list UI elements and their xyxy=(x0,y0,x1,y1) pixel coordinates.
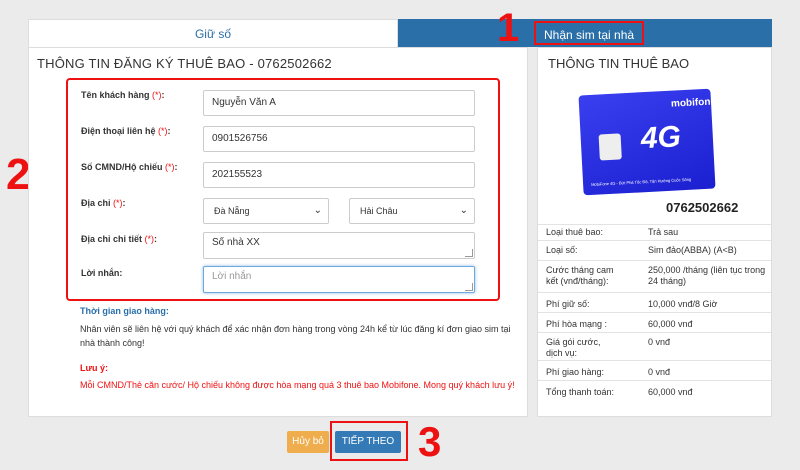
info-row: Phí hòa mạng : 60,000 vnđ xyxy=(538,312,771,332)
delivery-time-title: Thời gian giao hàng: xyxy=(80,306,169,316)
message-label: Lời nhắn: xyxy=(81,268,123,278)
annotation-number-2: 2 xyxy=(6,150,31,199)
info-row-key: Tổng thanh toán: xyxy=(546,387,615,397)
info-row-value: Sim đảo(ABBA) (A<B) xyxy=(648,245,737,255)
next-button[interactable]: TIẾP THEO xyxy=(335,431,401,453)
address-detail-label: Địa chỉ chi tiết (*): xyxy=(81,234,158,244)
mobifone-logo: mobifone xyxy=(670,96,717,110)
info-row-key: Phí giao hàng: xyxy=(546,367,605,377)
name-label: Tên khách hàng (*): xyxy=(81,90,165,100)
name-field[interactable]: Nguyễn Văn A xyxy=(203,90,475,116)
district-select[interactable]: Hải Châu ⌄ xyxy=(349,198,475,224)
note-title: Lưu ý: xyxy=(80,363,109,373)
tab-home-delivery[interactable]: Nhận sim tại nhà xyxy=(398,19,772,47)
resize-handle-icon[interactable] xyxy=(465,249,473,257)
province-select[interactable]: Đà Nẵng ⌄ xyxy=(203,198,329,224)
registration-form: Tên khách hàng (*): Nguyễn Văn A Điện th… xyxy=(66,78,500,301)
info-row-value: 250,000 /tháng (liên tục trong 24 tháng) xyxy=(648,265,766,286)
district-value: Hải Châu xyxy=(360,206,398,216)
registration-title: THÔNG TIN ĐĂNG KÝ THUÊ BAO - 0762502662 xyxy=(37,56,332,71)
subscriber-panel: THÔNG TIN THUÊ BAO mobifone 4G MobiFone … xyxy=(537,47,772,417)
annotation-number-3: 3 xyxy=(418,418,442,465)
address-detail-label-text: Địa chỉ chi tiết xyxy=(81,234,143,244)
required-mark: (*) xyxy=(152,90,162,100)
info-row: Phí giao hàng: 0 vnđ xyxy=(538,360,771,380)
subscriber-title: THÔNG TIN THUÊ BAO xyxy=(548,56,690,71)
info-row-key: Giá gói cước, dịch vụ: xyxy=(546,337,601,358)
sim-4g-badge: 4G xyxy=(639,120,682,156)
info-row-key: Loại thuê bao: xyxy=(546,227,604,237)
chevron-down-icon: ⌄ xyxy=(459,205,468,216)
address-detail-value: Số nhà XX xyxy=(212,237,260,248)
name-label-text: Tên khách hàng xyxy=(81,90,150,100)
info-row: Loại thuê bao: Trả sau xyxy=(538,224,771,238)
info-row: Giá gói cước, dịch vụ: 0 vnđ xyxy=(538,332,771,360)
info-row-key: Cước tháng cam kết (vnđ/tháng): xyxy=(546,265,614,286)
phone-label-text: Điện thoại liên hệ xyxy=(81,126,156,136)
info-row-key: Phí hòa mạng : xyxy=(546,319,608,329)
annotation-number-1: 1 xyxy=(497,6,520,50)
chevron-down-icon: ⌄ xyxy=(313,205,322,216)
required-mark: (*) xyxy=(113,198,123,208)
id-label-text: Số CMND/Hộ chiếu xyxy=(81,162,163,172)
info-row-key: Phí giữ số: xyxy=(546,299,590,309)
info-row-value: 60,000 vnđ xyxy=(648,387,693,397)
required-mark: (*) xyxy=(165,162,175,172)
province-value: Đà Nẵng xyxy=(214,206,250,216)
note-text: Mỗi CMND/Thẻ căn cước/ Hộ chiếu không đư… xyxy=(80,380,515,390)
address-label-text: Địa chỉ xyxy=(81,198,111,208)
address-label: Địa chỉ (*): xyxy=(81,198,126,208)
resize-handle-icon[interactable] xyxy=(465,283,473,291)
required-mark: (*) xyxy=(158,126,168,136)
tab-home-delivery-label: Nhận sim tại nhà xyxy=(534,21,645,45)
phone-field[interactable]: 0901526756 xyxy=(203,126,475,152)
info-row-value: 0 vnđ xyxy=(648,337,671,347)
sim-card-image: mobifone 4G MobiFone 4G - Bứt Phá Tốc Độ… xyxy=(578,88,717,196)
info-row-value: Trả sau xyxy=(648,227,679,237)
id-field[interactable]: 202155523 xyxy=(203,162,475,188)
cancel-button[interactable]: Hủy bỏ xyxy=(287,431,329,453)
info-row: Phí giữ số: 10,000 vnđ/8 Giờ xyxy=(538,292,771,312)
info-row: Cước tháng cam kết (vnđ/tháng): 250,000 … xyxy=(538,260,771,290)
tab-keep-number[interactable]: Giữ số xyxy=(28,19,398,47)
info-row: Loại số: Sim đảo(ABBA) (A<B) xyxy=(538,240,771,260)
info-row-value: 10,000 vnđ/8 Giờ xyxy=(648,299,718,309)
message-field[interactable]: Lời nhắn xyxy=(203,266,475,293)
info-row: Tổng thanh toán: 60,000 vnđ xyxy=(538,380,771,400)
phone-label: Điện thoại liên hệ (*): xyxy=(81,126,171,136)
info-row-key: Loại số: xyxy=(546,245,578,255)
address-detail-field[interactable]: Số nhà XX xyxy=(203,232,475,259)
info-row-value: 0 vnđ xyxy=(648,367,671,377)
sim-footer-text: MobiFone 4G - Bứt Phá Tốc Độ, Tận Hưởng … xyxy=(591,176,692,187)
tab-bar: Giữ số Nhận sim tại nhà xyxy=(28,19,772,47)
required-mark: (*) xyxy=(144,234,155,244)
sim-chip-icon xyxy=(598,133,622,161)
info-row-value: 60,000 vnđ xyxy=(648,319,693,329)
message-placeholder: Lời nhắn xyxy=(212,271,252,282)
sim-number: 0762502662 xyxy=(666,200,739,215)
delivery-time-text: Nhân viên sẽ liên hệ với quý khách để xá… xyxy=(80,324,511,348)
registration-panel: THÔNG TIN ĐĂNG KÝ THUÊ BAO - 0762502662 … xyxy=(28,47,528,417)
id-label: Số CMND/Hộ chiếu (*): xyxy=(81,162,178,172)
